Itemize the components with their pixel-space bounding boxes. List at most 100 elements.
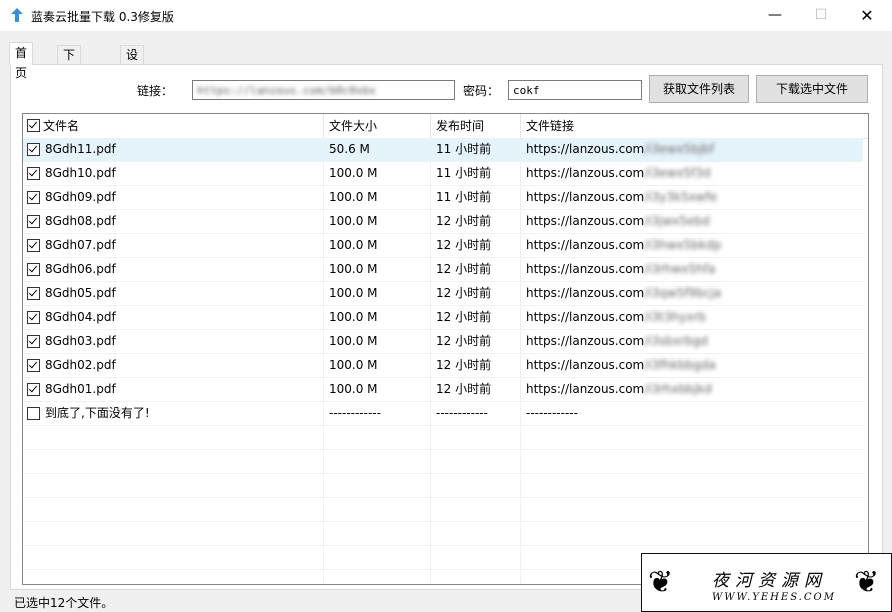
table-row[interactable]: 8Gdh01.pdf 100.0 M 12 小时前 https://lanzous.c… xyxy=(23,378,863,402)
table-row[interactable]: 8Gdh04.pdf 100.0 M 12 小时前 https://lanzous.c… xyxy=(23,306,863,330)
row-checkbox[interactable] xyxy=(27,311,40,324)
download-selected-button[interactable]: 下载选中文件 xyxy=(756,75,868,103)
row-link-hidden: /i3jwx5ebd xyxy=(644,214,710,228)
table-row[interactable]: 8Gdh02.pdf 100.0 M 12 小时前 https://lanzous.c… xyxy=(23,354,863,378)
maximize-button[interactable]: ☐ xyxy=(798,0,844,31)
row-link: https://lanzous.com/i3sbxrbgd xyxy=(526,330,708,352)
row-filename: 8Gdh09.pdf xyxy=(45,190,116,204)
row-size: 100.0 M xyxy=(329,166,378,180)
row-checkbox[interactable] xyxy=(27,335,40,348)
row-checkbox[interactable] xyxy=(27,287,40,300)
window-title: 蓝奏云批量下载 0.3修复版 xyxy=(31,10,174,24)
ornament-left-icon: ❦ xyxy=(648,565,674,600)
row-link-text: https://lanzous.com xyxy=(526,382,645,396)
row-time: 12 小时前 xyxy=(436,358,492,372)
row-link-hidden: /i3ewx5f3d xyxy=(644,166,711,180)
row-size: 100.0 M xyxy=(329,334,378,348)
ornament-right-icon: ❦ xyxy=(854,565,880,600)
row-checkbox[interactable] xyxy=(27,143,40,156)
get-file-list-button[interactable]: 获取文件列表 xyxy=(649,75,749,103)
row-filename: 8Gdh07.pdf xyxy=(45,238,116,252)
row-link-text: ------------ xyxy=(526,406,578,420)
row-link-hidden: /i3rhxbbjkd xyxy=(644,382,712,396)
row-link-text: https://lanzous.com xyxy=(526,166,645,180)
link-input-value: https://lanzous.com/b0c0xbx xyxy=(197,84,376,97)
column-header-filename[interactable]: 文件名 xyxy=(23,114,324,138)
column-header-size[interactable]: 文件大小 xyxy=(324,114,431,138)
close-button[interactable]: ✕ xyxy=(844,0,890,31)
row-link: ------------ xyxy=(526,402,578,424)
row-filename: 8Gdh03.pdf xyxy=(45,334,116,348)
row-filename: 8Gdh06.pdf xyxy=(45,262,116,276)
row-link-hidden: /i3sbxrbgd xyxy=(644,334,709,348)
row-link: https://lanzous.com/i3ewx5f3d xyxy=(526,162,711,184)
row-time: 11 小时前 xyxy=(436,166,492,180)
row-link: https://lanzous.com/i3rhwx5hfa xyxy=(526,258,715,280)
select-all-checkbox[interactable] xyxy=(27,119,40,132)
table-row[interactable]: 8Gdh10.pdf 100.0 M 11 小时前 https://lanzous.c… xyxy=(23,162,863,186)
row-link-text: https://lanzous.com xyxy=(526,310,645,324)
table-row[interactable]: 到底了,下面没有了! ------------ ------------ ------… xyxy=(23,402,863,426)
row-link-text: https://lanzous.com xyxy=(526,142,645,156)
row-filename: 8Gdh01.pdf xyxy=(45,382,116,396)
row-checkbox[interactable] xyxy=(27,167,40,180)
row-size: 100.0 M xyxy=(329,190,378,204)
row-size: 100.0 M xyxy=(329,382,378,396)
row-size: 100.0 M xyxy=(329,214,378,228)
table-row[interactable]: 8Gdh06.pdf 100.0 M 12 小时前 https://lanzous.c… xyxy=(23,258,863,282)
password-input[interactable]: cokf xyxy=(508,80,642,100)
row-checkbox[interactable] xyxy=(27,191,40,204)
row-filename: 8Gdh11.pdf xyxy=(45,142,116,156)
row-link: https://lanzous.com/i3y3k5xwfe xyxy=(526,186,717,208)
tab-settings-about[interactable]: 设置&关于 xyxy=(120,45,145,134)
row-link: https://lanzous.com/i3ewx5bjbf xyxy=(526,138,714,160)
table-row[interactable]: 8Gdh09.pdf 100.0 M 11 小时前 https://lanzous.c… xyxy=(23,186,863,210)
table-row[interactable]: 8Gdh08.pdf 100.0 M 12 小时前 https://lanzous.c… xyxy=(23,210,863,234)
app-icon xyxy=(11,8,23,22)
row-filename: 8Gdh10.pdf xyxy=(45,166,116,180)
row-time: 12 小时前 xyxy=(436,214,492,228)
row-link: https://lanzous.com/i3qw5f9bcja xyxy=(526,282,721,304)
title-bar: 蓝奏云批量下载 0.3修复版 — ☐ ✕ xyxy=(0,0,892,31)
row-checkbox[interactable] xyxy=(27,215,40,228)
row-time: 12 小时前 xyxy=(436,262,492,276)
row-checkbox[interactable] xyxy=(27,359,40,372)
column-header-link[interactable]: 文件链接 xyxy=(521,114,868,138)
tab-home[interactable]: 首页 xyxy=(9,42,34,80)
row-link: https://lanzous.com/i3jwx5ebd xyxy=(526,210,710,232)
row-time: 12 小时前 xyxy=(436,334,492,348)
row-size: ------------ xyxy=(329,406,381,420)
watermark-logo: ❦ 夜河资源网 WWW.YEHES.COM ❦ xyxy=(641,553,892,612)
row-link-hidden: /i3qw5f9bcja xyxy=(644,286,722,300)
row-time: 12 小时前 xyxy=(436,310,492,324)
row-checkbox[interactable] xyxy=(27,239,40,252)
column-header-filename-label: 文件名 xyxy=(43,119,80,133)
row-time: ------------ xyxy=(436,406,488,420)
table-row[interactable]: 8Gdh07.pdf 100.0 M 12 小时前 https://lanzous.c… xyxy=(23,234,863,258)
row-link-text: https://lanzous.com xyxy=(526,358,645,372)
row-time: 12 小时前 xyxy=(436,286,492,300)
password-label: 密码： xyxy=(463,84,500,98)
table-row[interactable]: 8Gdh03.pdf 100.0 M 12 小时前 https://lanzous.c… xyxy=(23,330,863,354)
column-header-time[interactable]: 发布时间 xyxy=(431,114,521,138)
row-time: 11 小时前 xyxy=(436,190,492,204)
row-filename: 8Gdh05.pdf xyxy=(45,286,116,300)
row-link-text: https://lanzous.com xyxy=(526,286,645,300)
row-checkbox[interactable] xyxy=(27,383,40,396)
row-link: https://lanzous.com/i3rhxbbjkd xyxy=(526,378,712,400)
row-link-text: https://lanzous.com xyxy=(526,262,645,276)
row-link-text: https://lanzous.com xyxy=(526,190,645,204)
row-time: 12 小时前 xyxy=(436,382,492,396)
minimize-button[interactable]: — xyxy=(752,0,798,31)
link-input[interactable]: https://lanzous.com/b0c0xbx xyxy=(192,80,455,100)
home-panel: 链接： https://lanzous.com/b0c0xbx 密码： cokf… xyxy=(10,64,883,590)
table-row[interactable]: 8Gdh05.pdf 100.0 M 12 小时前 https://lanzous.c… xyxy=(23,282,863,306)
table-row[interactable]: 8Gdh11.pdf 50.6 M 11 小时前 https://lanzous.co… xyxy=(23,138,863,162)
row-time: 11 小时前 xyxy=(436,142,492,156)
row-link-hidden: /i3fhkbbgda xyxy=(644,358,716,372)
row-checkbox[interactable] xyxy=(27,263,40,276)
tab-download-manager[interactable]: 下载管理 xyxy=(57,45,82,116)
row-checkbox[interactable] xyxy=(27,407,40,420)
file-list[interactable]: 文件名 文件大小 发布时间 文件链接 8Gdh11.pdf 50.6 M 11 小时… xyxy=(22,113,869,585)
row-link-text: https://lanzous.com xyxy=(526,334,645,348)
